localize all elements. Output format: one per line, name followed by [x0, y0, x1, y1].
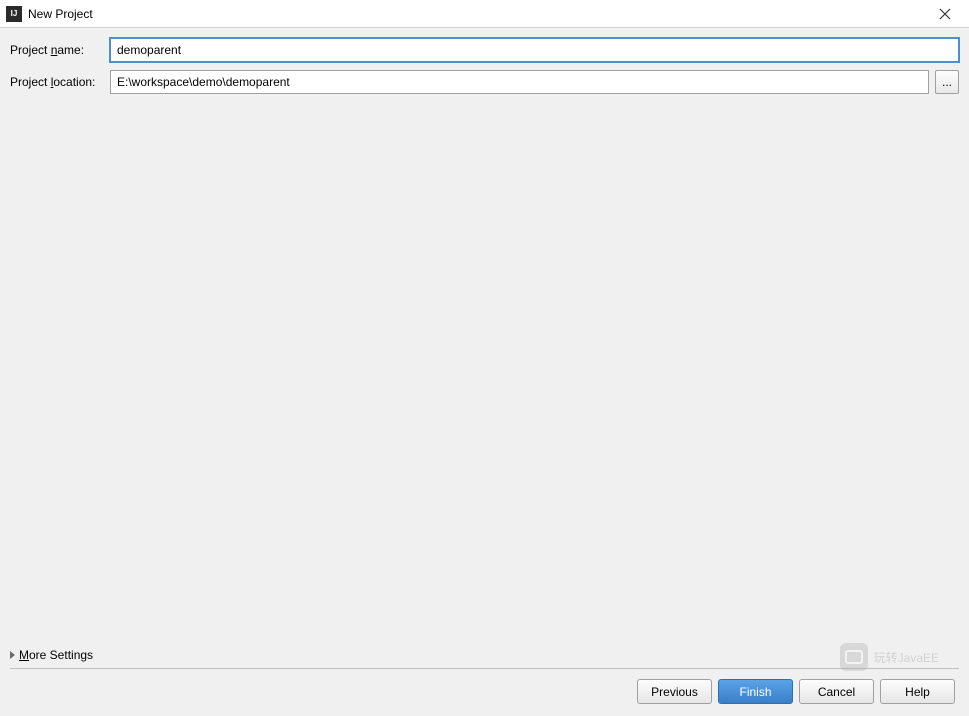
project-name-label: Project name:	[10, 43, 110, 57]
titlebar: IJ New Project	[0, 0, 969, 28]
app-icon: IJ	[6, 6, 22, 22]
label-text: ame:	[57, 43, 84, 57]
browse-button[interactable]: ...	[935, 70, 959, 94]
more-settings-label: More Settings	[19, 648, 93, 662]
label-text: Project	[10, 43, 51, 57]
titlebar-left: IJ New Project	[6, 6, 93, 22]
ellipsis-icon: ...	[942, 75, 952, 89]
chevron-right-icon	[10, 651, 15, 659]
label-mnemonic: M	[19, 648, 29, 662]
spacer	[10, 102, 959, 642]
project-location-row: Project location: ...	[10, 70, 959, 94]
dialog-content: Project name: Project location: ... More…	[0, 28, 969, 716]
project-name-row: Project name:	[10, 38, 959, 62]
previous-button[interactable]: Previous	[637, 679, 712, 704]
help-button[interactable]: Help	[880, 679, 955, 704]
cancel-button[interactable]: Cancel	[799, 679, 874, 704]
label-text: ocation:	[53, 75, 95, 89]
close-button[interactable]	[925, 1, 965, 27]
window-title: New Project	[28, 7, 93, 21]
label-text: ore Settings	[29, 648, 93, 662]
button-row: Previous Finish Cancel Help	[10, 679, 959, 706]
more-settings-toggle[interactable]: More Settings	[10, 642, 959, 669]
project-location-input[interactable]	[110, 70, 929, 94]
finish-button[interactable]: Finish	[718, 679, 793, 704]
project-name-input[interactable]	[110, 38, 959, 62]
project-location-label: Project location:	[10, 75, 110, 89]
label-text: Project	[10, 75, 51, 89]
close-icon	[939, 8, 951, 20]
